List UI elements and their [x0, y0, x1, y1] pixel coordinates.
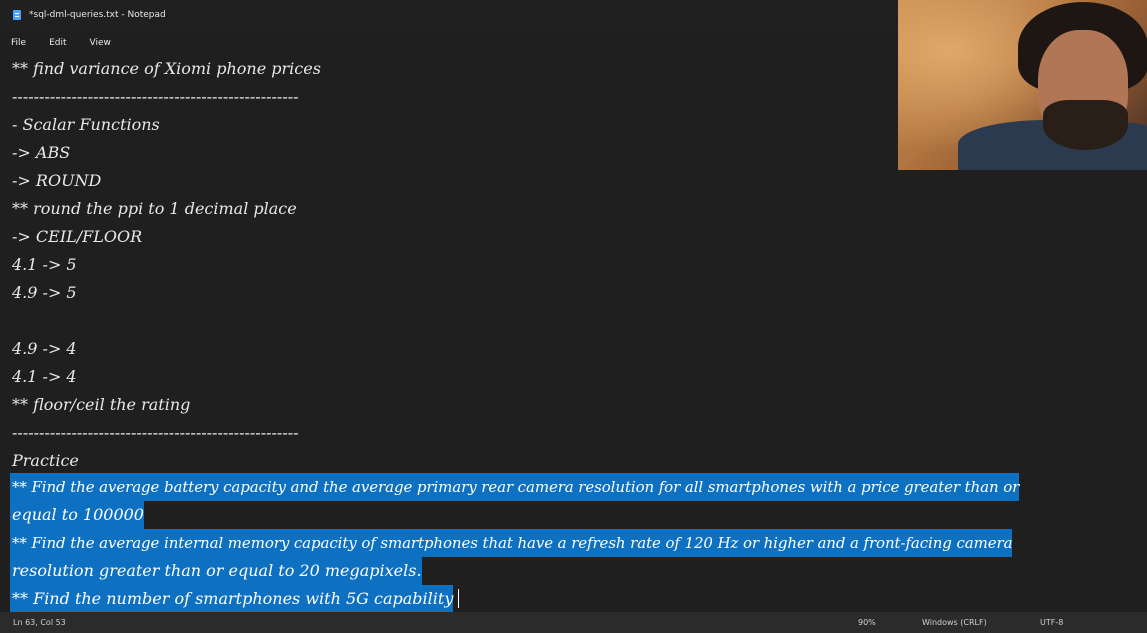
editor-line: ** round the ppi to 1 decimal place [12, 199, 297, 218]
editor-line: -> ROUND [12, 171, 102, 190]
editor-line-selected: resolution greater than or equal to 20 m… [10, 557, 422, 585]
webcam-overlay [898, 0, 1147, 170]
line-ending: Windows (CRLF) [922, 618, 987, 627]
editor-line: Practice [12, 451, 79, 470]
editor-line-selected: ** Find the average internal memory capa… [10, 529, 1013, 557]
editor-line: -> CEIL/FLOOR [12, 227, 143, 246]
editor-line: 4.9 -> 4 [12, 339, 77, 358]
editor-line: 4.1 -> 5 [12, 255, 77, 274]
text-cursor [458, 589, 459, 608]
editor-line-selected: ** Find the number of smartphones with 5… [10, 585, 454, 612]
menu-view[interactable]: View [84, 35, 117, 51]
notepad-icon [13, 10, 21, 20]
editor-line: 4.9 -> 5 [12, 283, 77, 302]
menu-edit[interactable]: Edit [43, 35, 72, 51]
editor-line: -> ABS [12, 143, 71, 162]
editor-line: - Scalar Functions [12, 115, 160, 134]
menu-file[interactable]: File [5, 35, 32, 51]
zoom-level: 90% [858, 618, 876, 627]
editor-line: ----------------------------------------… [12, 87, 299, 106]
status-bar: Ln 63, Col 53 90% Windows (CRLF) UTF-8 [0, 612, 1147, 633]
cursor-position: Ln 63, Col 53 [13, 618, 66, 627]
editor-line-selected: ** Find the average battery capacity and… [10, 473, 1019, 501]
editor-line-selected: equal to 100000 [10, 501, 144, 529]
editor-line: ** floor/ceil the rating [12, 395, 191, 414]
window-title: *sql-dml-queries.txt - Notepad [29, 10, 166, 20]
editor-line: ** find variance of Xiomi phone prices [12, 59, 321, 78]
editor-line: ----------------------------------------… [12, 423, 299, 442]
editor-line: 4.1 -> 4 [12, 367, 77, 386]
encoding: UTF-8 [1040, 618, 1064, 627]
